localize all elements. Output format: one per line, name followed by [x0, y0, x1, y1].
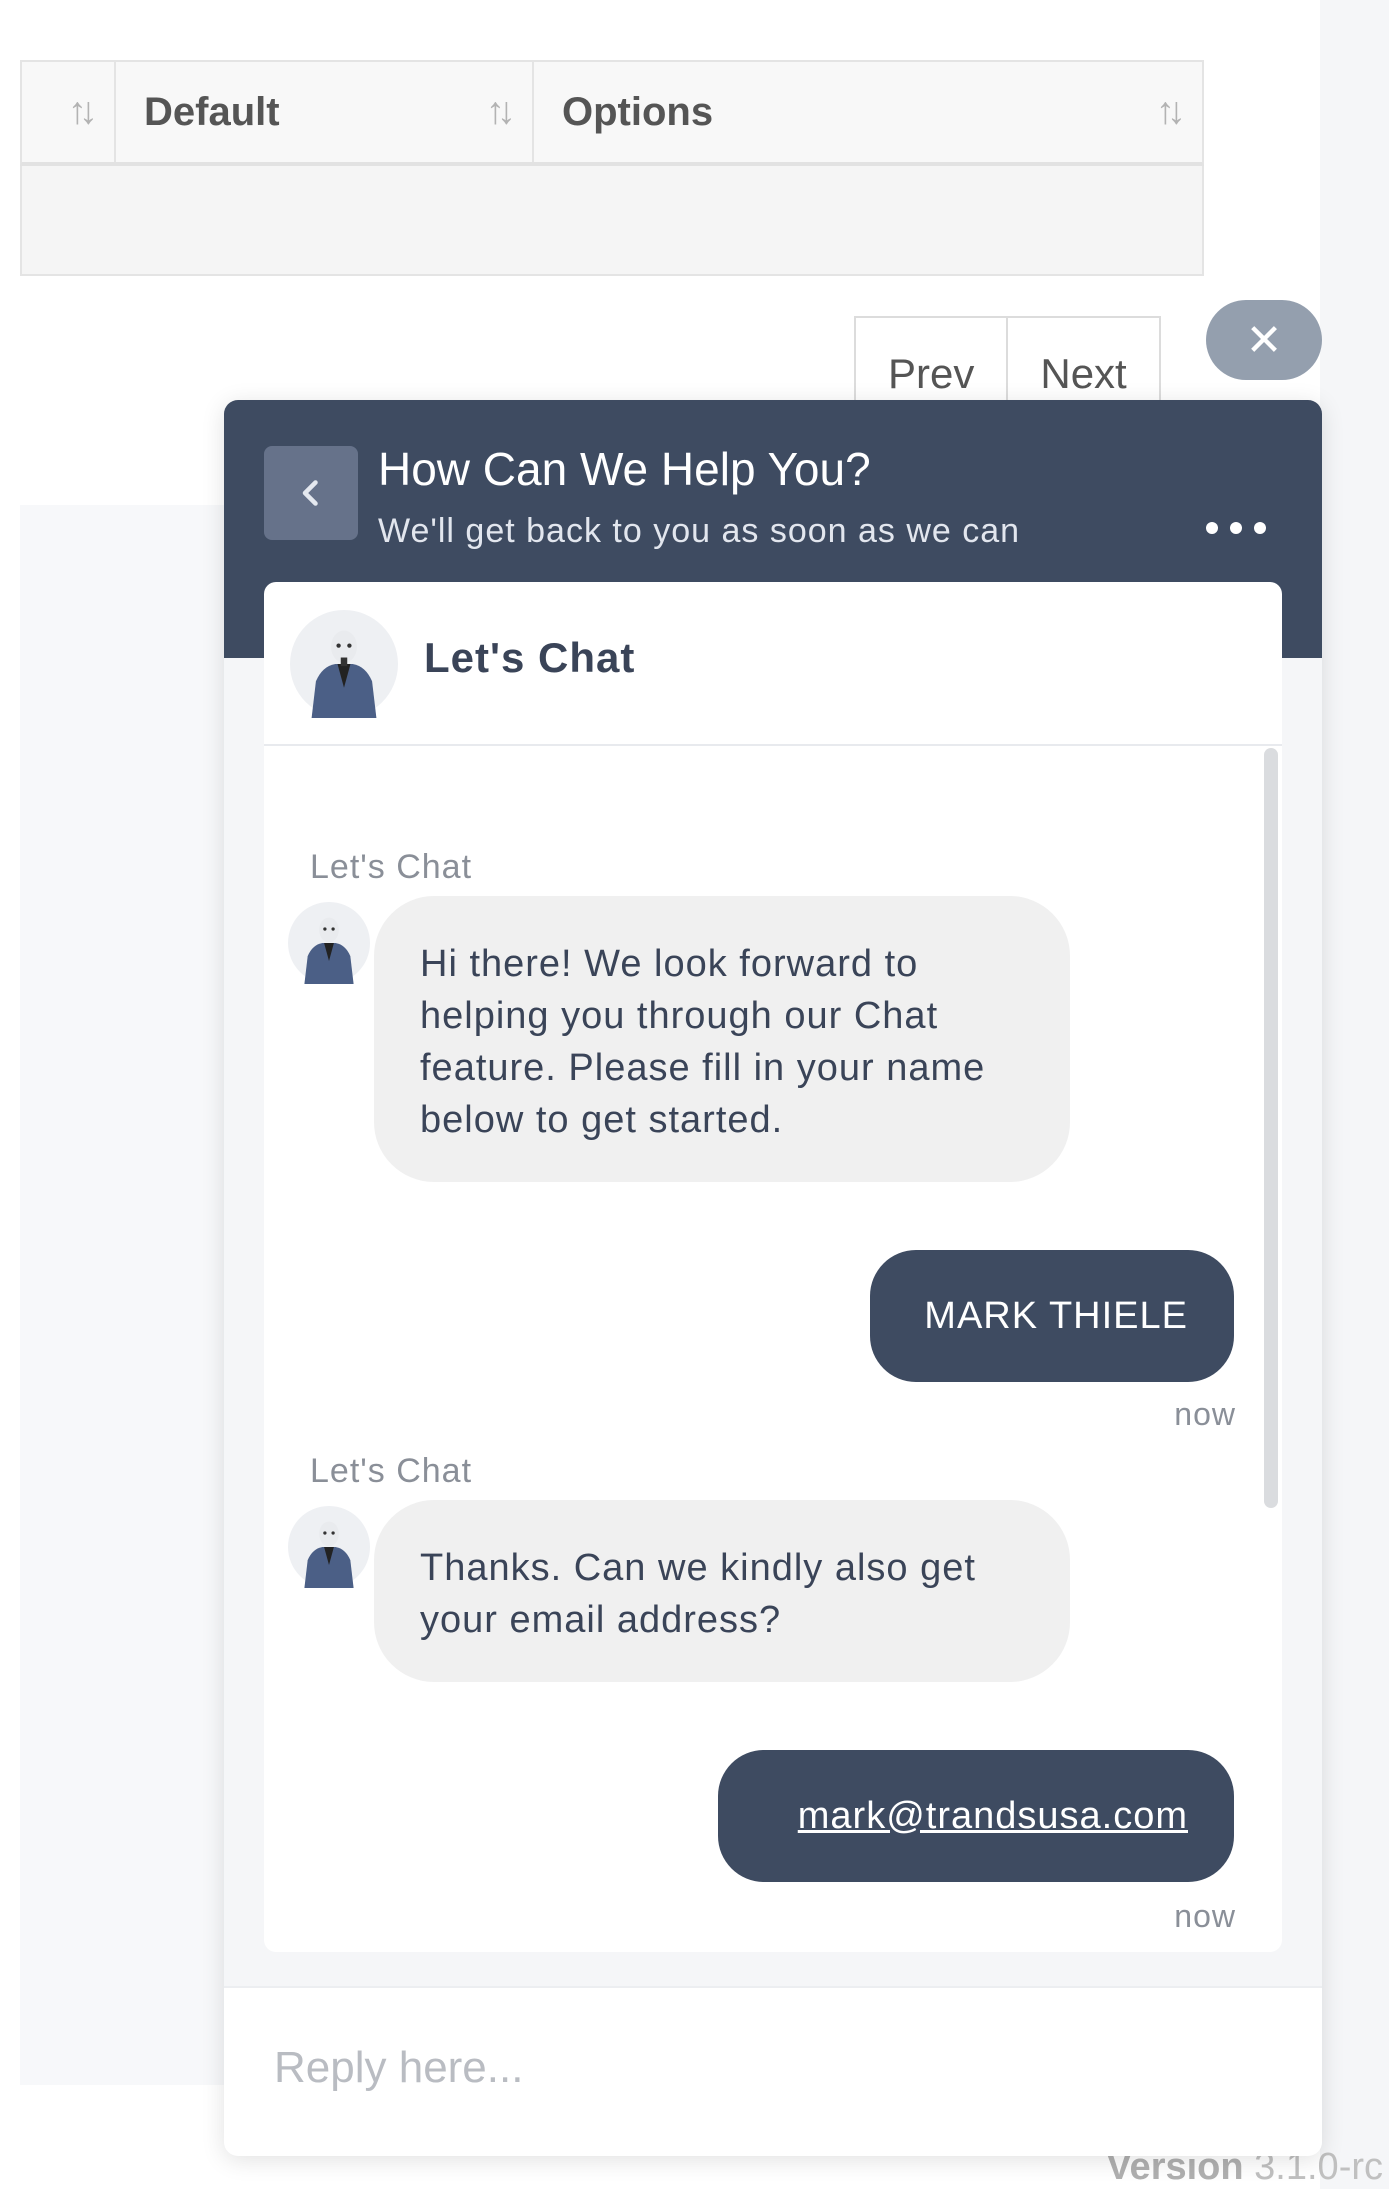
- email-link[interactable]: mark@trandsusa.com: [798, 1795, 1188, 1838]
- scrollbar[interactable]: [1264, 748, 1278, 1508]
- column-header-1[interactable]: ↑↓: [22, 62, 116, 162]
- table-header: ↑↓ Default ↑↓ Options ↑↓: [20, 60, 1204, 166]
- pagination: Prev Next: [854, 316, 1161, 406]
- column-header-options[interactable]: Options ↑↓: [534, 62, 1202, 162]
- message-bubble-incoming: Thanks. Can we kindly also get your emai…: [374, 1500, 1070, 1682]
- conversation-header: Let's Chat: [264, 582, 1282, 746]
- message-bubble-outgoing: mark@trandsusa.com: [718, 1750, 1234, 1882]
- data-table: ↑↓ Default ↑↓ Options ↑↓: [20, 60, 1204, 276]
- message-bubble-incoming: Hi there! We look forward to helping you…: [374, 896, 1070, 1182]
- message-author: Let's Chat: [310, 848, 473, 886]
- close-chat-button[interactable]: ✕: [1206, 300, 1322, 380]
- close-icon: ✕: [1245, 315, 1283, 365]
- column-header-label: Options: [562, 89, 714, 134]
- sort-arrows-icon[interactable]: ↑↓: [68, 91, 98, 134]
- message-timestamp: now: [1174, 1898, 1236, 1934]
- sort-arrows-icon[interactable]: ↑↓: [1156, 91, 1186, 134]
- next-button[interactable]: Next: [1008, 316, 1161, 406]
- chat-widget: How Can We Help You? We'll get back to y…: [224, 400, 1322, 2156]
- reply-input[interactable]: [272, 2032, 1256, 2104]
- conversation-card: Let's Chat Let's Chat Hi there! We look …: [264, 582, 1282, 1952]
- table-empty-row: [20, 166, 1204, 276]
- avatar: [290, 610, 398, 718]
- avatar: [288, 902, 370, 984]
- back-button[interactable]: [264, 446, 358, 540]
- prev-button[interactable]: Prev: [854, 316, 1009, 406]
- conversation-title: Let's Chat: [424, 634, 636, 681]
- message-text: MARK THIELE: [924, 1294, 1188, 1337]
- chat-title: How Can We Help You?: [378, 443, 871, 495]
- reply-bar: [224, 1986, 1322, 2156]
- sort-arrows-icon[interactable]: ↑↓: [486, 91, 516, 134]
- more-options-icon[interactable]: [1206, 522, 1266, 534]
- message-author: Let's Chat: [310, 1452, 473, 1490]
- column-header-default[interactable]: Default ↑↓: [116, 62, 534, 162]
- chevron-left-icon: [302, 480, 318, 506]
- message-timestamp: now: [1174, 1396, 1236, 1432]
- column-header-label: Default: [144, 89, 280, 134]
- right-sidebar-strip: [1320, 0, 1389, 2189]
- message-bubble-outgoing: MARK THIELE: [870, 1250, 1234, 1382]
- chat-subtitle: We'll get back to you as soon as we can: [378, 512, 1021, 550]
- avatar: [288, 1506, 370, 1588]
